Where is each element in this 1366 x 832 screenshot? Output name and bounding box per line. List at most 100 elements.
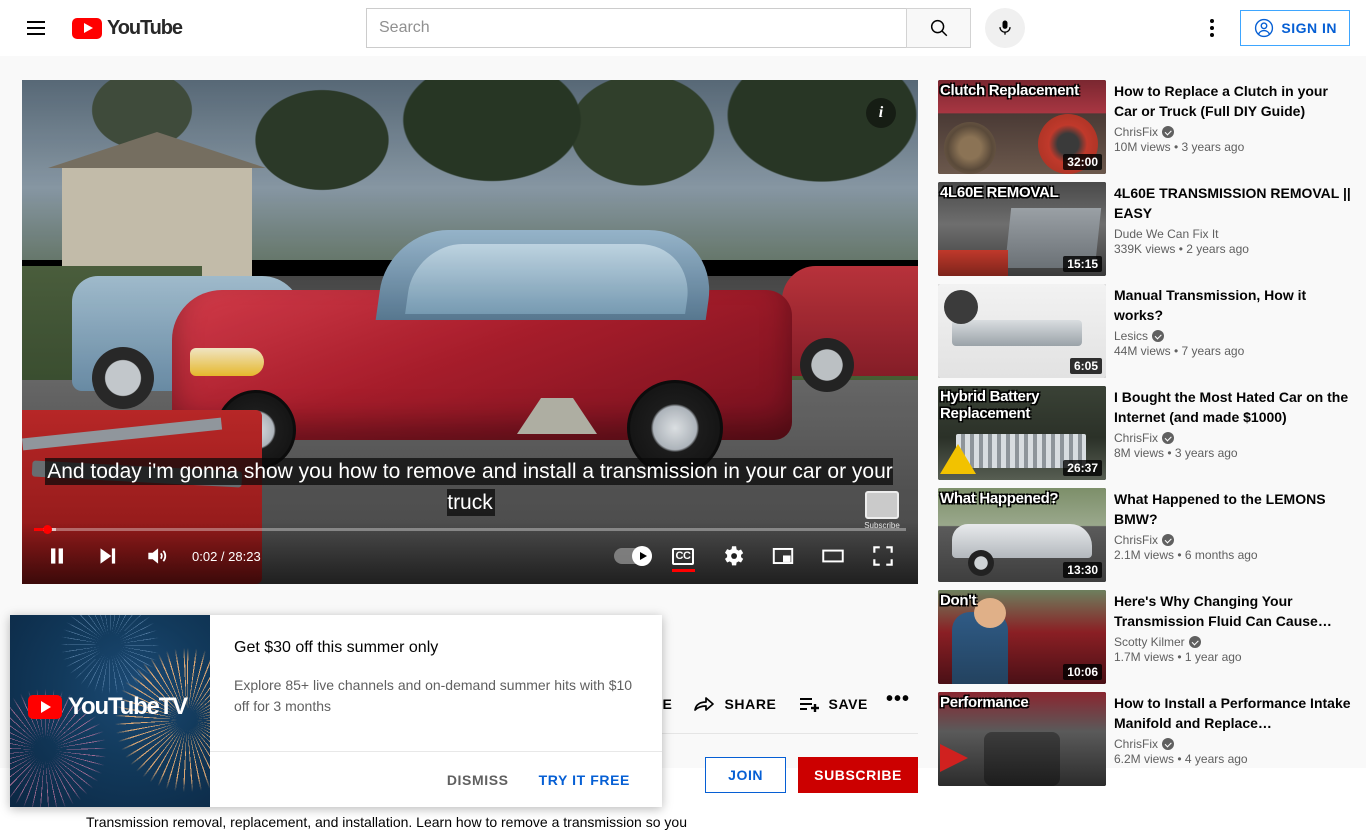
voice-search-button[interactable]	[985, 8, 1025, 48]
theater-mode-button[interactable]	[810, 536, 856, 576]
youtube-play-icon	[28, 695, 62, 719]
related-video-item[interactable]: Hybrid Battery Replacement 26:37 I Bought …	[938, 386, 1352, 480]
video-duration-badge: 13:30	[1063, 562, 1102, 578]
video-info: Manual Transmission, How it works? Lesics…	[1114, 284, 1352, 378]
caption-text: And today i'm gonna show you how to remo…	[47, 460, 893, 514]
fullscreen-button[interactable]	[860, 536, 906, 576]
verified-badge-icon	[1162, 738, 1174, 750]
video-player[interactable]: i And today i'm gonna show you how to re…	[22, 80, 918, 584]
related-video-item[interactable]: 4L60E REMOVAL 15:15 4L60E TRANSMISSION REM…	[938, 182, 1352, 276]
video-thumbnail[interactable]: What Happened? 13:30	[938, 488, 1106, 582]
video-title[interactable]: How to Install a Performance Intake Mani…	[1114, 693, 1352, 733]
video-title[interactable]: Here's Why Changing Your Transmission Fl…	[1114, 591, 1352, 631]
channel-name[interactable]: Dude We Can Fix It	[1114, 227, 1352, 241]
channel-name[interactable]: Scotty Kilmer	[1114, 635, 1352, 649]
channel-name-label: Lesics	[1114, 329, 1149, 343]
subscribe-label: SUBSCRIBE	[814, 767, 902, 783]
join-button[interactable]: JOIN	[705, 757, 787, 793]
cc-label: CC	[671, 547, 695, 565]
related-videos-list: Clutch Replacement 32:00 How to Replace a …	[938, 80, 1352, 794]
autoplay-toggle-button[interactable]	[610, 536, 656, 576]
dismiss-label: DISMISS	[446, 771, 509, 788]
video-thumbnail[interactable]: Don't 10:06	[938, 590, 1106, 684]
miniplayer-icon	[772, 547, 794, 565]
verified-badge-icon	[1188, 636, 1201, 648]
channel-name[interactable]: ChrisFix	[1114, 431, 1352, 445]
video-description[interactable]: Transmission removal, replacement, and i…	[86, 812, 926, 832]
related-video-item[interactable]: Don't 10:06 Here's Why Changing Your Trans…	[938, 590, 1352, 684]
thumbnail-overlay-text: Hybrid Battery Replacement	[940, 388, 1040, 422]
page-body: i And today i'm gonna show you how to re…	[0, 56, 1366, 830]
channel-name-label: Scotty Kilmer	[1114, 635, 1185, 649]
miniplayer-button[interactable]	[760, 536, 806, 576]
video-duration-badge: 26:37	[1063, 460, 1102, 476]
promo-actions: DISMISS TRY IT FREE	[210, 751, 662, 807]
search-input[interactable]	[366, 8, 906, 48]
youtube-wordmark: YouTube	[107, 16, 183, 39]
save-button[interactable]: SAVE	[787, 684, 879, 724]
player-controls-right: CC	[610, 536, 906, 576]
video-meta: 339K views • 2 years ago	[1114, 242, 1249, 256]
video-info: Here's Why Changing Your Transmission Fl…	[1114, 590, 1352, 684]
sign-in-button[interactable]: SIGN IN	[1240, 10, 1350, 46]
youtube-logo[interactable]: YouTube	[72, 16, 183, 40]
theater-mode-icon	[822, 549, 844, 563]
related-video-item[interactable]: Performance How to Install a Performance …	[938, 692, 1352, 786]
video-title[interactable]: What Happened to the LEMONS BMW?	[1114, 489, 1352, 529]
video-title[interactable]: How to Replace a Clutch in your Car or T…	[1114, 81, 1352, 121]
video-thumbnail[interactable]: 6:05	[938, 284, 1106, 378]
video-meta: 8M views • 3 years ago	[1114, 446, 1238, 460]
related-video-item[interactable]: 6:05 Manual Transmission, How it works? Le…	[938, 284, 1352, 378]
primary-column: i And today i'm gonna show you how to re…	[22, 80, 918, 584]
sign-in-label: SIGN IN	[1281, 20, 1337, 36]
search-bar	[366, 8, 1025, 48]
channel-name[interactable]: ChrisFix	[1114, 533, 1352, 547]
closed-captions-button[interactable]: CC	[660, 536, 706, 576]
video-duration-badge: 6:05	[1069, 358, 1102, 374]
video-title[interactable]: Manual Transmission, How it works?	[1114, 285, 1352, 325]
video-thumbnail[interactable]: Clutch Replacement 32:00	[938, 80, 1106, 174]
related-video-item[interactable]: What Happened? 13:30 What Happened to the …	[938, 488, 1352, 582]
next-track-icon	[100, 548, 116, 564]
video-thumbnail[interactable]: Performance	[938, 692, 1106, 786]
video-thumbnail[interactable]: Hybrid Battery Replacement 26:37	[938, 386, 1106, 480]
video-title[interactable]: I Bought the Most Hated Car on the Inter…	[1114, 387, 1352, 427]
share-button[interactable]: SHARE	[682, 684, 786, 724]
youtube-tv-promo-dialog: YouTubeTV Get $30 off this summer only E…	[10, 615, 662, 807]
channel-name[interactable]: Lesics	[1114, 329, 1352, 343]
info-icon[interactable]: i	[866, 98, 896, 128]
search-button[interactable]	[906, 8, 971, 48]
more-vertical-icon[interactable]	[1192, 8, 1232, 48]
account-circle-icon	[1255, 18, 1274, 38]
channel-name[interactable]: ChrisFix	[1114, 737, 1352, 751]
volume-up-icon	[148, 548, 167, 564]
save-label: SAVE	[828, 696, 868, 712]
more-actions-button[interactable]: •••	[878, 684, 918, 724]
video-thumbnail[interactable]: 4L60E REMOVAL 15:15	[938, 182, 1106, 276]
thumbnail-overlay-text: Performance	[940, 694, 1029, 711]
progress-scrubber[interactable]	[42, 525, 52, 534]
fullscreen-icon	[873, 546, 893, 566]
video-title[interactable]: 4L60E TRANSMISSION REMOVAL || EASY	[1114, 183, 1352, 223]
try-it-free-label: TRY IT FREE	[538, 771, 630, 788]
header-actions: SIGN IN	[1192, 8, 1350, 48]
channel-name-label: ChrisFix	[1114, 431, 1158, 445]
video-duration-badge: 32:00	[1063, 154, 1102, 170]
video-meta: 1.7M views • 1 year ago	[1114, 650, 1242, 664]
try-it-free-button[interactable]: TRY IT FREE	[529, 762, 640, 798]
hamburger-icon[interactable]	[16, 8, 56, 48]
next-video-button[interactable]	[84, 536, 130, 576]
progress-bar[interactable]	[34, 525, 906, 534]
channel-name-label: Dude We Can Fix It	[1114, 227, 1219, 241]
subscribe-button[interactable]: SUBSCRIBE	[798, 757, 918, 793]
pause-button[interactable]	[34, 536, 80, 576]
video-info: How to Replace a Clutch in your Car or T…	[1114, 80, 1352, 174]
video-info: How to Install a Performance Intake Mani…	[1114, 692, 1352, 786]
volume-button[interactable]	[134, 536, 180, 576]
related-video-item[interactable]: Clutch Replacement 32:00 How to Replace a …	[938, 80, 1352, 174]
autoplay-toggle[interactable]	[614, 546, 652, 566]
settings-button[interactable]	[710, 536, 756, 576]
dismiss-button[interactable]: DISMISS	[437, 762, 519, 798]
verified-badge-icon	[1162, 432, 1174, 444]
channel-name[interactable]: ChrisFix	[1114, 125, 1352, 139]
